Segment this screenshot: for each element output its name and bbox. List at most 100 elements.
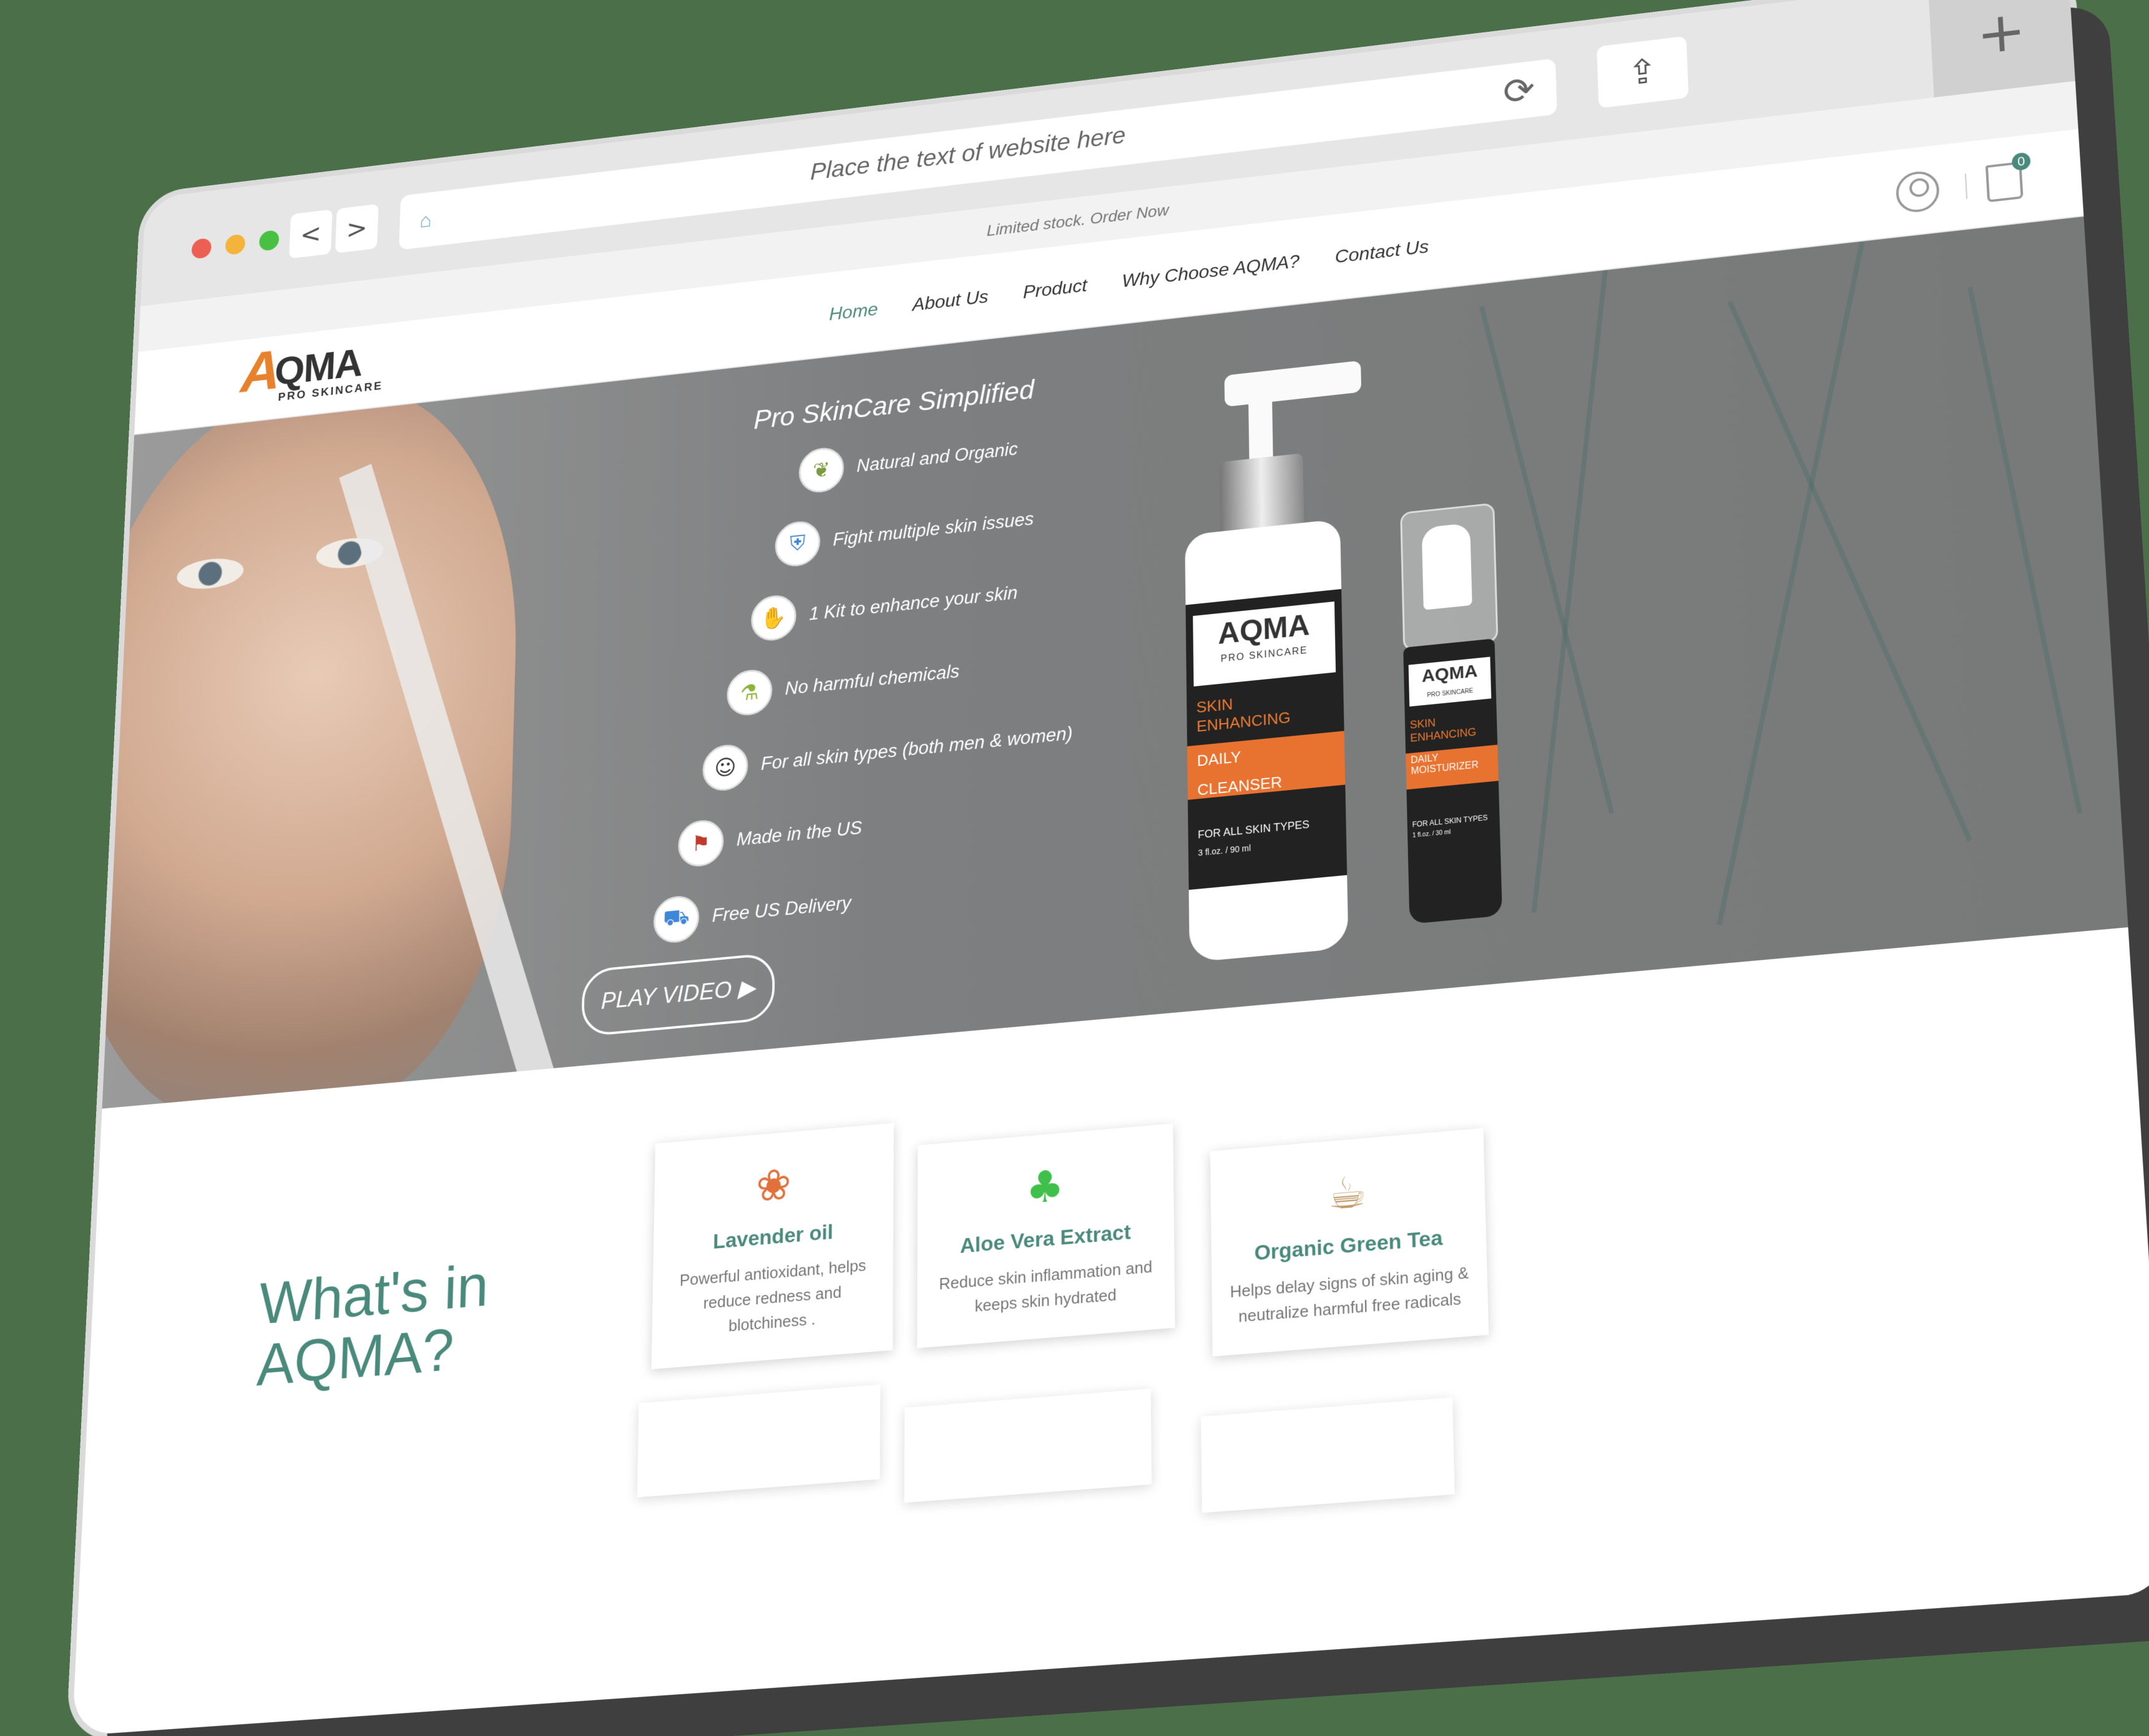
- site-logo[interactable]: A QMA PRO SKINCARE: [239, 330, 385, 412]
- chevron-right-icon: >: [345, 212, 368, 245]
- feature-label: Natural and Organic: [856, 438, 1018, 476]
- maximize-window-dot[interactable]: [258, 229, 280, 251]
- flask-glyph: ⚗: [740, 680, 760, 706]
- ingredient-description: Reduce skin inflammation and keeps skin …: [939, 1257, 1153, 1315]
- lavender-icon: ❀: [668, 1149, 879, 1222]
- ingredients-title: What's in AQMA?: [256, 1252, 489, 1398]
- ingredient-name: Lavender oil: [713, 1220, 833, 1254]
- label-brand: AQMA: [1218, 608, 1310, 651]
- bamboo-stem: [1716, 241, 1865, 925]
- label-volume: 1 fl.oz. / 30 ml: [1412, 829, 1451, 839]
- cleanser-bottle-image: AQMA PRO SKINCARE SKIN ENHANCING DAILY C…: [1160, 360, 1367, 971]
- ingredient-card-placeholder: [1200, 1397, 1455, 1513]
- window-controls: [191, 229, 280, 260]
- feature-label: 1 Kit to enhance your skin: [809, 582, 1018, 625]
- nav-why-choose[interactable]: Why Choose AQMA?: [1122, 250, 1300, 291]
- header-divider: [1964, 173, 1968, 199]
- moisturizer-bottle-image: AQMA PRO SKINCARE SKIN ENHANCING DAILY M…: [1388, 502, 1515, 931]
- pump-stem: [1248, 370, 1273, 471]
- feature-fight-issues: ⛨ Fight multiple skin issues: [775, 496, 1034, 569]
- reload-icon[interactable]: ⟳: [1502, 69, 1535, 114]
- feature-label: For all skin types (both men & women): [760, 723, 1073, 774]
- nav-product[interactable]: Product: [1023, 275, 1087, 303]
- feature-no-chemicals: ⚗ No harmful chemicals: [727, 648, 960, 718]
- share-icon: ⇪: [1627, 51, 1658, 94]
- ingredient-card-placeholder: [904, 1388, 1152, 1503]
- leaf-icon: ❦: [798, 446, 844, 495]
- nav-about-us[interactable]: About Us: [913, 286, 989, 315]
- new-tab-button[interactable]: +: [1927, 0, 2075, 98]
- delivery-icon: ⛟: [653, 894, 700, 945]
- ingredient-description: Powerful antioxidant, helps reduce redne…: [679, 1256, 866, 1335]
- label-skin-types: FOR ALL SKIN TYPES: [1197, 818, 1310, 841]
- feature-all-skin-types: ☺ For all skin types (both men & women): [702, 710, 1073, 793]
- web-page: Limited stock. Order Now A QMA PRO SKINC…: [72, 80, 2149, 1736]
- close-window-dot[interactable]: [191, 237, 212, 260]
- aloe-icon: ♣: [932, 1149, 1159, 1224]
- hero-model-image: [102, 369, 523, 1109]
- feature-label: Fight multiple skin issues: [833, 508, 1034, 550]
- us-flag-icon: ⚑: [677, 818, 724, 869]
- ingredient-name: Organic Green Tea: [1254, 1226, 1443, 1265]
- face-icon: ☺: [702, 743, 748, 793]
- label-brand: AQMA: [1421, 661, 1478, 686]
- pump-head: [1224, 360, 1362, 407]
- flag-glyph: ⚑: [691, 830, 711, 857]
- cleanser-label: AQMA PRO SKINCARE SKIN ENHANCING DAILY C…: [1185, 588, 1348, 890]
- lavender-glyph: ❀: [755, 1158, 791, 1212]
- feature-label: Free US Delivery: [712, 892, 851, 927]
- tea-icon: ☕: [1225, 1154, 1471, 1231]
- feature-made-in-us: ⚑ Made in the US: [677, 805, 863, 869]
- ingredient-description: Helps delay signs of skin aging & neutra…: [1230, 1263, 1469, 1326]
- truck-glyph: ⛟: [663, 904, 690, 932]
- label-logo: AQMA PRO SKINCARE: [1193, 601, 1336, 687]
- ingredient-name: Aloe Vera Extract: [959, 1220, 1131, 1258]
- shield-glyph: ⛨: [790, 530, 806, 557]
- play-icon: ▶: [738, 975, 756, 1002]
- browser-window: < > ⌂ Place the text of website here ⟳ ⇪…: [72, 0, 2149, 1736]
- nav-contact-us[interactable]: Contact Us: [1334, 236, 1429, 268]
- chevron-left-icon: <: [300, 218, 322, 250]
- bottle-body: AQMA PRO SKINCARE SKIN ENHANCING DAILY C…: [1185, 519, 1349, 963]
- ingredient-card-aloe: ♣ Aloe Vera Extract Reduce skin inflamma…: [917, 1123, 1175, 1348]
- aloe-glyph: ♣: [1026, 1159, 1065, 1214]
- plus-icon: +: [1974, 0, 2028, 67]
- hand-glyph: ✋: [760, 605, 787, 631]
- ingredient-card-lavender: ❀ Lavender oil Powerful antioxidant, hel…: [651, 1123, 894, 1370]
- airless-pump: [1421, 522, 1472, 610]
- ingredient-card-green-tea: ☕ Organic Green Tea Helps delay signs of…: [1210, 1128, 1489, 1357]
- tea-glyph: ☕: [1327, 1165, 1368, 1221]
- ingredient-card-placeholder: [637, 1384, 881, 1498]
- shield-icon: ⛨: [775, 519, 821, 569]
- bamboo-stem: [1967, 286, 2083, 814]
- label-band-1: DAILY: [1197, 748, 1241, 770]
- label-skin-types: FOR ALL SKIN TYPES: [1412, 813, 1488, 829]
- hand-icon: ✋: [750, 593, 797, 643]
- feature-label: No harmful chemicals: [785, 660, 960, 699]
- minimize-window-dot[interactable]: [225, 233, 246, 256]
- hero-title: Pro SkinCare Simplified: [753, 374, 1034, 435]
- feature-free-delivery: ⛟ Free US Delivery: [653, 880, 851, 945]
- model-eye-left: [176, 555, 245, 592]
- forward-button[interactable]: >: [335, 203, 379, 253]
- stage: < > ⌂ Place the text of website here ⟳ ⇪…: [0, 0, 2149, 1736]
- bamboo-stem: [1531, 258, 1609, 913]
- flask-icon: ⚗: [727, 667, 773, 718]
- face-glyph: ☺: [714, 754, 737, 781]
- feature-one-kit: ✋ 1 Kit to enhance your skin: [750, 570, 1018, 643]
- back-button[interactable]: <: [289, 209, 333, 259]
- history-buttons: < >: [289, 203, 379, 259]
- moisturizer-label: AQMA PRO SKINCARE SKIN ENHANCING DAILY M…: [1403, 638, 1502, 924]
- feature-label: Made in the US: [736, 817, 863, 850]
- share-button[interactable]: ⇪: [1597, 36, 1689, 109]
- feature-natural: ❦ Natural and Organic: [798, 427, 1018, 495]
- cart-count-badge: 0: [2011, 152, 2031, 172]
- bamboo-stem: [1727, 300, 1972, 842]
- label-brand-sub: PRO SKINCARE: [1427, 688, 1474, 699]
- leaf-glyph: ❦: [812, 457, 831, 483]
- label-volume: 3 fl.oz. / 90 ml: [1198, 843, 1251, 858]
- nav-home[interactable]: Home: [829, 298, 878, 324]
- play-video-button[interactable]: PLAY VIDEO ▶: [581, 952, 775, 1037]
- account-icon[interactable]: [1895, 169, 1941, 215]
- play-video-label: PLAY VIDEO: [600, 977, 732, 1015]
